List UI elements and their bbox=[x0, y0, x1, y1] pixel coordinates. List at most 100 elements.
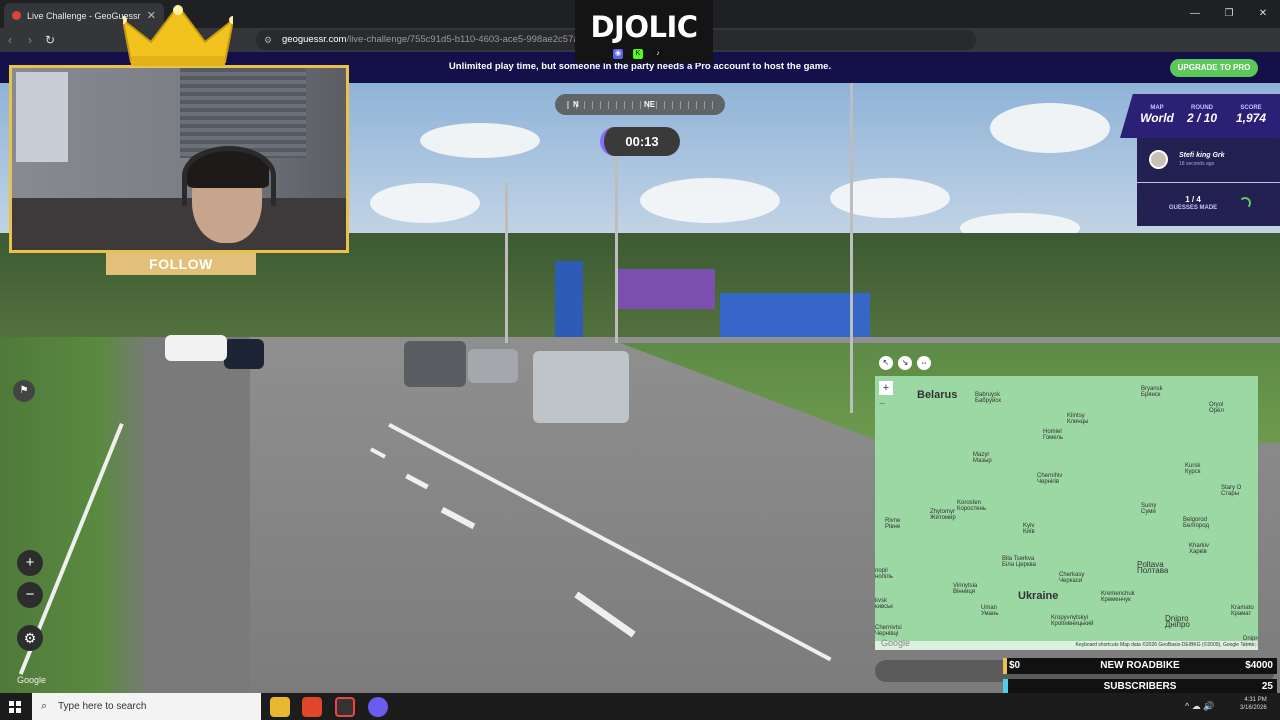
discord-icon: ◉ bbox=[613, 49, 623, 59]
player-name: Stefi king Grk bbox=[1179, 152, 1225, 159]
city-kramatorsk: Kramato Крамат bbox=[1231, 605, 1254, 617]
streamer-brand: DJOLIC ◉ K ♪ bbox=[575, 0, 713, 63]
map-zoom-in-button[interactable]: + bbox=[879, 381, 893, 395]
restore-button[interactable]: ❐ bbox=[1212, 0, 1246, 28]
settings-gear-icon[interactable]: ⚙ bbox=[17, 625, 43, 651]
compass-north: N bbox=[573, 100, 579, 109]
car bbox=[404, 341, 466, 387]
city-korosten: Korosten Коростень bbox=[957, 500, 986, 512]
cloud bbox=[420, 123, 540, 158]
city-sumy: Sumy Суми bbox=[1141, 503, 1157, 515]
light-pole bbox=[850, 83, 853, 413]
score-panel: MAP World ROUND 2 / 10 SCORE 1,974 bbox=[1120, 94, 1280, 138]
system-tray[interactable]: ^ ☁ 🔊 bbox=[1185, 693, 1214, 720]
back-arrow-icon[interactable]: ‹ bbox=[0, 33, 20, 47]
webcam-overlay bbox=[9, 65, 349, 253]
zoom-in-button[interactable]: + bbox=[17, 550, 43, 576]
guess-map[interactable]: + − Belarus Ukraine Poltava Полтава Dnip… bbox=[875, 376, 1258, 650]
city-bryansk: Bryansk Брянск bbox=[1141, 386, 1163, 398]
windows-taskbar: ⌕ Type here to search ^ ☁ 🔊 4:31 PM 3/16… bbox=[0, 693, 1280, 720]
city-chernihiv: Chernihiv Чернігів bbox=[1037, 473, 1063, 485]
clock-time: 4:31 PM bbox=[1244, 697, 1267, 703]
country-ukraine: Ukraine bbox=[1018, 590, 1059, 602]
loading-spinner-icon bbox=[1239, 197, 1251, 209]
compass: N NE bbox=[555, 94, 725, 115]
city-cherkasy: Cherkasy Черкаси bbox=[1059, 572, 1085, 584]
city-bilatserkva: Bila Tserkva Біла Церква bbox=[1002, 556, 1036, 568]
player-card: Stefi king Grk 18 seconds ago bbox=[1137, 138, 1280, 182]
car bbox=[165, 335, 227, 361]
fuel-price-sign bbox=[555, 261, 583, 341]
cloud bbox=[370, 183, 480, 223]
forward-arrow-icon[interactable]: › bbox=[20, 33, 40, 47]
follow-banner: FOLLOW bbox=[106, 253, 256, 275]
light-pole bbox=[615, 143, 618, 343]
url-host: geoguessr.com bbox=[282, 34, 347, 45]
zoom-out-button[interactable]: − bbox=[17, 582, 43, 608]
minimize-button[interactable]: — bbox=[1178, 0, 1212, 28]
clock-date: 3/16/2026 bbox=[1240, 705, 1267, 711]
goal-target: $4000 bbox=[1245, 660, 1273, 671]
site-info-icon[interactable]: ⚙ bbox=[264, 30, 272, 50]
city-poltava: Poltava Полтава bbox=[1137, 560, 1169, 575]
car bbox=[224, 339, 264, 369]
player-guess-time: 18 seconds ago bbox=[1179, 161, 1215, 167]
city-uman: Uman Умань bbox=[981, 605, 999, 617]
guesses-label: GUESSES MADE bbox=[1168, 205, 1218, 211]
light-pole bbox=[505, 183, 508, 343]
map-zoom-out-button[interactable]: − bbox=[879, 398, 885, 410]
taskbar-search-placeholder: Type here to search bbox=[58, 701, 147, 712]
goal-bar: $0 NEW ROADBIKE $4000 bbox=[1003, 658, 1277, 674]
close-window-button[interactable]: ✕ bbox=[1246, 0, 1280, 28]
city-mazyr: Mazyr Мазыр bbox=[973, 452, 992, 464]
windows-start-icon[interactable] bbox=[9, 701, 21, 713]
country-belarus: Belarus bbox=[917, 389, 958, 401]
compass-ticks bbox=[567, 101, 713, 109]
city-kropyvnytskyi: Kropyvnytskyi Кропивницький bbox=[1051, 615, 1094, 627]
goal-target: 25 bbox=[1261, 681, 1273, 692]
crown-icon bbox=[123, 4, 233, 66]
report-icon[interactable]: ⚑ bbox=[13, 380, 35, 402]
city-klintsy: Klintsy Клинцы bbox=[1067, 413, 1089, 425]
cloud bbox=[990, 103, 1110, 153]
round-timer: 00:13 bbox=[600, 127, 680, 156]
file-explorer-icon[interactable] bbox=[270, 697, 290, 717]
map-pin-icon[interactable]: ⇔ bbox=[917, 356, 931, 370]
city-khmelnytskyi: kvsk кивськ bbox=[875, 598, 893, 610]
taskbar-clock[interactable]: 4:31 PM 3/16/2026 bbox=[1240, 696, 1267, 712]
round-value: 2 / 10 bbox=[1186, 111, 1218, 125]
car bbox=[468, 349, 518, 383]
score-value: 1,974 bbox=[1235, 111, 1267, 125]
webcam-couch bbox=[12, 198, 346, 250]
city-babruysk: Babruysk Бабруйск bbox=[975, 392, 1001, 404]
discord-taskbar-icon[interactable] bbox=[368, 697, 388, 717]
kick-icon: K bbox=[633, 49, 643, 59]
cloud bbox=[830, 178, 950, 218]
search-icon: ⌕ bbox=[41, 700, 48, 712]
map-google-logo: Google bbox=[881, 638, 911, 648]
guesses-count: 1 / 4 bbox=[1185, 195, 1201, 204]
tiktok-icon: ♪ bbox=[653, 49, 663, 59]
city-zhytomyr: Zhytomyr Житомир bbox=[930, 509, 956, 521]
obs-icon[interactable] bbox=[335, 697, 355, 717]
city-ternopil: nopil нопіль bbox=[875, 568, 893, 580]
map-shrink-icon[interactable]: ↘ bbox=[898, 356, 912, 370]
billboard bbox=[615, 269, 715, 309]
streamer-name: DJOLIC bbox=[590, 10, 698, 44]
car bbox=[533, 351, 629, 423]
upgrade-to-pro-button[interactable]: UPGRADE TO PRO bbox=[1170, 59, 1258, 77]
webcam-window bbox=[16, 72, 68, 162]
map-expand-icon[interactable]: ↖ bbox=[879, 356, 893, 370]
reload-icon[interactable]: ↻ bbox=[40, 33, 60, 47]
brave-browser-icon[interactable] bbox=[302, 697, 322, 717]
map-value: World bbox=[1140, 111, 1174, 125]
city-kremenchuk: Kremenchuk Кременчук bbox=[1101, 591, 1135, 603]
social-icons: ◉ K ♪ bbox=[613, 49, 663, 59]
city-homiel: Homiel Гомель bbox=[1043, 429, 1064, 441]
guesses-panel: 1 / 4 GUESSES MADE bbox=[1137, 183, 1280, 226]
taskbar-search[interactable]: ⌕ Type here to search bbox=[32, 693, 261, 720]
city-kyiv: Kyiv Київ bbox=[1023, 523, 1035, 535]
cloud bbox=[640, 178, 780, 223]
map-attribution[interactable]: Keyboard shortcuts Map data ©2026 GeoBas… bbox=[875, 641, 1258, 650]
city-staryos: Stary O Стары bbox=[1221, 485, 1242, 497]
